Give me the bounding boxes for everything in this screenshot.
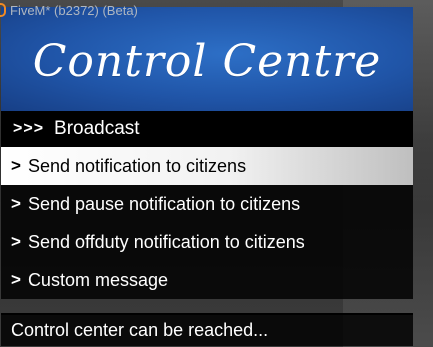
menu-item-label: Send notification to citizens bbox=[27, 155, 247, 176]
game-screen: FiveM* (b2372) (Beta) Control Centre >>>… bbox=[0, 0, 433, 347]
menu-banner: Control Centre bbox=[1, 7, 413, 111]
menu-spacer bbox=[1, 299, 413, 313]
menu-item-custom-message[interactable]: > Custom message bbox=[1, 261, 413, 299]
control-centre-menu: Control Centre >>> Broadcast > Send noti… bbox=[1, 7, 413, 347]
triple-chevron-icon: >>> bbox=[13, 120, 45, 137]
window-title: FiveM* (b2372) (Beta) bbox=[10, 2, 138, 18]
fivem-app-icon bbox=[0, 3, 6, 17]
chevron-right-icon: > bbox=[11, 156, 21, 175]
menu-item-send-offduty-notification[interactable]: > Send offduty notification to citizens bbox=[1, 223, 413, 261]
chevron-right-icon: > bbox=[11, 194, 21, 213]
menu-item-label: Custom message bbox=[27, 269, 168, 290]
chevron-right-icon: > bbox=[11, 232, 21, 251]
menu-item-label: Send offduty notification to citizens bbox=[27, 231, 305, 252]
menu-item-send-pause-notification[interactable]: > Send pause notification to citizens bbox=[1, 185, 413, 223]
menu-description-text: Control center can be reached... bbox=[11, 320, 269, 340]
menu-banner-title: Control Centre bbox=[32, 35, 382, 87]
menu-description: Control center can be reached... bbox=[1, 313, 413, 346]
window-titlebar: FiveM* (b2372) (Beta) bbox=[0, 0, 138, 20]
chevron-right-icon: > bbox=[11, 270, 21, 289]
menu-item-label: Send pause notification to citizens bbox=[27, 193, 301, 214]
menu-subtitle-label: Broadcast bbox=[54, 118, 140, 139]
menu-subtitle: >>> Broadcast bbox=[1, 111, 413, 147]
menu-item-send-notification[interactable]: > Send notification to citizens bbox=[1, 147, 413, 185]
